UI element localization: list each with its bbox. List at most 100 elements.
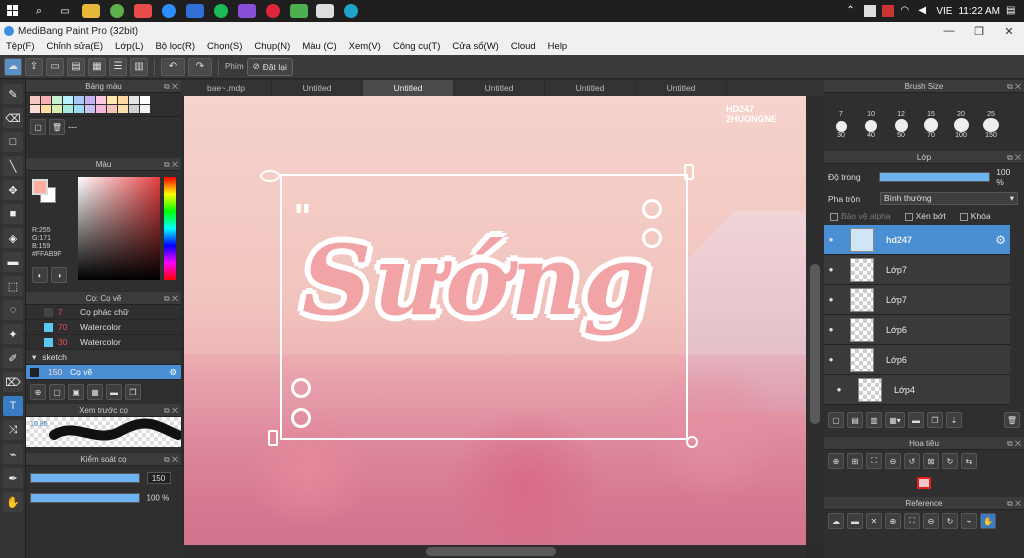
taskbar-app-opera[interactable] — [260, 0, 286, 22]
rectangle-tool-icon[interactable]: □ — [3, 132, 23, 152]
brush-item[interactable]: 70 Watercolor — [26, 320, 181, 335]
layer-item[interactable]: ● Lớp6 — [824, 345, 1010, 375]
layer-item-selected[interactable]: ● hd247 ⚙ — [824, 225, 1010, 255]
brush-item-selected[interactable]: 150 Cọ vẽ ⚙ — [26, 365, 181, 380]
zoom-fit-icon[interactable]: ⊞ — [847, 453, 863, 469]
brush-size-preset[interactable]: 10 — [856, 97, 886, 118]
dropper-tool-icon[interactable]: ⌁ — [3, 444, 23, 464]
swatch[interactable] — [96, 105, 106, 113]
clip-checkbox[interactable]: Xén bớt — [904, 211, 946, 221]
flip-icon[interactable]: ⇆ — [961, 453, 977, 469]
brush-size-preset[interactable]: 40 — [856, 118, 886, 139]
layer-opacity-slider[interactable] — [879, 172, 991, 182]
reset-button[interactable]: ⊘ Đặt lại — [246, 57, 293, 76]
redo-icon[interactable]: ↷ — [188, 57, 212, 76]
transform-handle-bottom-left[interactable] — [268, 430, 278, 446]
panel-close-icon[interactable]: ⧉ ✕ — [164, 453, 178, 466]
swatch[interactable] — [41, 96, 51, 104]
transform-handle-bottom-right[interactable] — [686, 436, 698, 448]
hand-tool-icon[interactable]: ✋ — [3, 492, 23, 512]
swatch[interactable] — [41, 105, 51, 113]
minimize-button[interactable]: — — [934, 25, 964, 38]
swatch[interactable] — [118, 96, 128, 104]
layer-item[interactable]: ● Lớp7 — [824, 285, 1010, 315]
gradient-tool-icon[interactable]: ▬ — [3, 252, 23, 272]
taskbar-app-edge[interactable] — [338, 0, 364, 22]
swatch[interactable] — [74, 96, 84, 104]
duplicate-layer-icon[interactable]: ❐ — [927, 412, 943, 428]
fit-window-icon[interactable]: ⛶ — [866, 453, 882, 469]
panel-close-icon[interactable]: ⧉ ✕ — [164, 80, 178, 93]
zoom-out-icon[interactable]: ⊖ — [923, 513, 939, 529]
visibility-icon[interactable]: ● — [824, 235, 838, 244]
swatch[interactable] — [63, 96, 73, 104]
close-button[interactable]: ✕ — [994, 25, 1024, 38]
swatch[interactable] — [52, 105, 62, 113]
swatch[interactable] — [118, 105, 128, 113]
swatch[interactable] — [30, 105, 40, 113]
layer-menu-icon[interactable]: ▦▾ — [885, 412, 905, 428]
magic-wand-tool-icon[interactable]: ✦ — [3, 324, 23, 344]
menu-cloud[interactable]: Cloud — [505, 40, 542, 55]
brush-size-preset[interactable]: 150 — [976, 118, 1006, 139]
wifi-icon[interactable]: ◠ — [900, 5, 912, 17]
undo-icon[interactable]: ↶ — [161, 57, 185, 76]
menu-help[interactable]: Help — [542, 40, 574, 55]
brush-size-preset[interactable]: 20 — [946, 97, 976, 118]
gear-icon[interactable]: ⚙ — [995, 233, 1006, 247]
brush-import-icon[interactable]: ▦ — [87, 384, 103, 400]
tray-app-icon[interactable] — [882, 5, 895, 17]
brush-size-value[interactable]: 150 — [146, 472, 171, 484]
transform-handle-top-right[interactable] — [684, 164, 694, 180]
cloud-icon[interactable]: ☁ — [4, 57, 22, 76]
delete-layer-icon[interactable]: 🗑 — [1004, 412, 1020, 428]
select-pen-tool-icon[interactable]: ✐ — [3, 348, 23, 368]
panel-close-icon[interactable]: ⧉ ✕ — [1007, 80, 1021, 93]
swatch[interactable] — [52, 96, 62, 104]
tray-app-icon[interactable] — [864, 5, 877, 17]
lasso-tool-icon[interactable]: ◌ — [3, 300, 23, 320]
brush-folder-icon[interactable]: ▬ — [106, 384, 122, 400]
start-button[interactable] — [0, 0, 26, 22]
taskbar-app-explorer[interactable] — [78, 0, 104, 22]
lock-checkbox[interactable]: Khóa — [959, 211, 991, 221]
swatch[interactable] — [63, 105, 73, 113]
swatch[interactable] — [107, 96, 117, 104]
panel-close-icon[interactable]: ⧉ ✕ — [164, 158, 178, 171]
brush-size-preset[interactable]: 25 — [976, 97, 1006, 118]
menu-edit[interactable]: Chỉnh sửa(E) — [41, 40, 110, 55]
comment-icon[interactable]: ▭ — [46, 57, 64, 76]
protect-alpha-checkbox[interactable]: Bảo vệ alpha — [830, 211, 891, 221]
taskbar-app-2[interactable] — [130, 0, 156, 22]
menu-color[interactable]: Màu (C) — [296, 40, 342, 55]
brush-group[interactable]: ▾ sketch — [26, 350, 181, 365]
search-button[interactable]: ⌕ — [26, 0, 52, 22]
volume-icon[interactable]: ◀ — [918, 5, 930, 17]
brush-tool-icon[interactable]: ✎ — [3, 84, 23, 104]
hand-icon[interactable]: ✋ — [980, 513, 996, 529]
tab-document[interactable]: Untitled — [636, 80, 727, 96]
zoom-out-icon[interactable]: ⊖ — [885, 453, 901, 469]
visibility-icon[interactable]: ● — [824, 355, 838, 364]
visibility-icon[interactable]: ● — [824, 265, 838, 274]
panel-close-icon[interactable]: ⧉ ✕ — [1007, 151, 1021, 164]
menu-snap[interactable]: Chụp(N) — [248, 40, 296, 55]
layer-item[interactable]: ● Lớp6 — [824, 315, 1010, 345]
swatch[interactable] — [129, 96, 139, 104]
maximize-button[interactable]: ❐ — [964, 25, 994, 38]
panel-close-icon[interactable]: ⧉ ✕ — [164, 404, 178, 417]
bucket-tool-icon[interactable]: ◈ — [3, 228, 23, 248]
menu-view[interactable]: Xem(V) — [343, 40, 387, 55]
eraser-tool-icon[interactable]: ⌫ — [3, 108, 23, 128]
navigator-preview[interactable] — [824, 472, 1024, 494]
drawing-canvas[interactable]: HD247 2HUONGNE " Sướng — [184, 96, 806, 545]
tab-document[interactable]: Untitled — [545, 80, 636, 96]
brush-size-preset[interactable]: 30 — [826, 118, 856, 139]
panel-close-icon[interactable]: ⧉ ✕ — [164, 292, 178, 305]
select-rect-tool-icon[interactable]: ⬚ — [3, 276, 23, 296]
saturation-value-field[interactable] — [78, 177, 160, 280]
tab-document[interactable]: bae~.mdp — [181, 80, 272, 96]
brush-duplicate-icon[interactable]: ❐ — [125, 384, 141, 400]
panel-close-icon[interactable]: ⧉ ✕ — [1007, 497, 1021, 510]
menu-layer[interactable]: Lớp(L) — [109, 40, 149, 55]
